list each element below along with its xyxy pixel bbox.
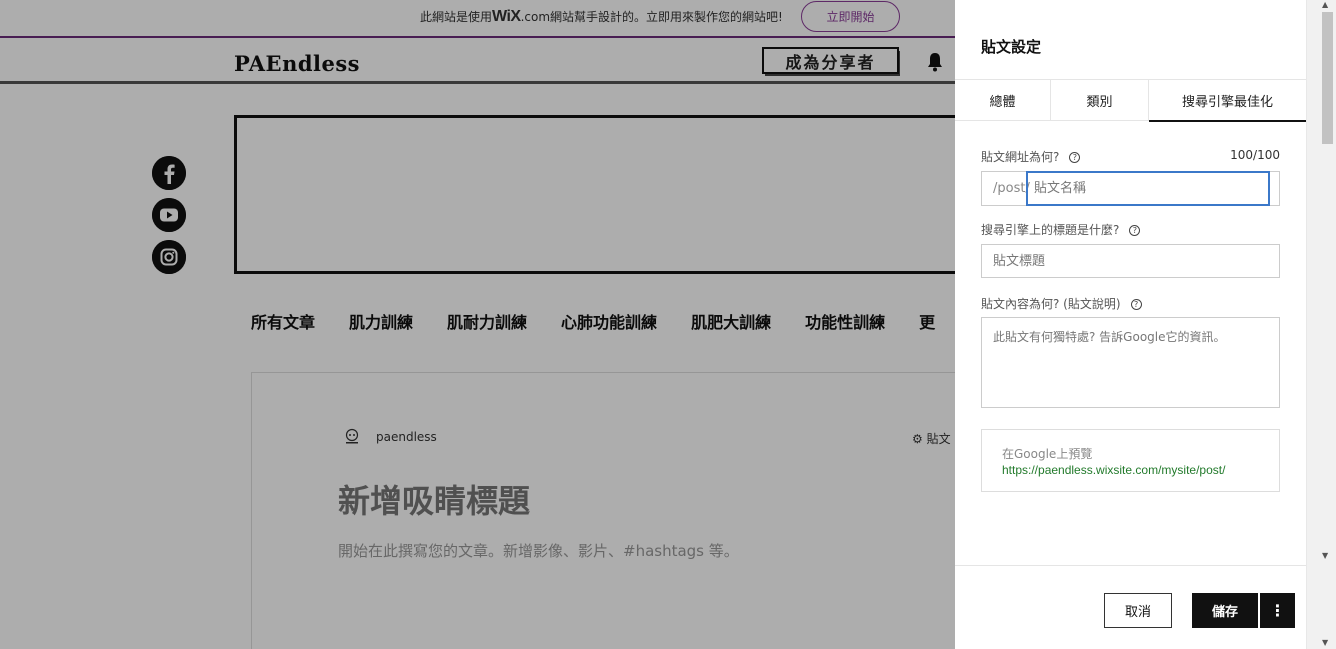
seo-title-label: 搜尋引擎上的標題是什麼?? <box>981 221 1141 238</box>
panel-footer: 取消 儲存 ⋮ <box>955 565 1306 649</box>
url-char-count: 100/100 <box>1230 148 1280 162</box>
scrollbar-thumb[interactable] <box>1322 12 1333 144</box>
tab-categories[interactable]: 類別 <box>1051 80 1149 121</box>
url-prefix: /post/ <box>993 181 1030 196</box>
url-field-label: 貼文網址為何?? <box>981 148 1081 165</box>
tab-general[interactable]: 總體 <box>955 80 1051 121</box>
scroll-up-icon[interactable]: ▲ <box>1322 0 1328 9</box>
description-label: 貼文內容為何? (貼文說明)? <box>981 295 1142 312</box>
google-preview-label: 在Google上預覽 <box>1002 447 1093 461</box>
google-preview-url: https://paendless.wixsite.com/mysite/pos… <box>1002 463 1226 477</box>
seo-title-input[interactable] <box>981 244 1280 278</box>
scroll-down-icon[interactable]: ▼ <box>1322 638 1328 647</box>
tab-seo[interactable]: 搜尋引擎最佳化 <box>1149 80 1306 122</box>
post-settings-panel: 貼文設定 總體 類別 搜尋引擎最佳化 貼文網址為何?? 100/100 /pos… <box>955 0 1306 649</box>
help-icon[interactable]: ? <box>1129 225 1141 236</box>
settings-tabs: 總體 類別 搜尋引擎最佳化 <box>955 79 1306 122</box>
url-field: /post/ <box>981 171 1280 206</box>
scroll-down-icon[interactable]: ▼ <box>1322 551 1328 560</box>
seo-title-label-text: 搜尋引擎上的標題是什麼? <box>981 223 1120 237</box>
google-preview: 在Google上預覽 https://paendless.wixsite.com… <box>981 429 1280 492</box>
description-textarea[interactable] <box>981 317 1280 408</box>
website-background: 此網站是使用WiX.com網站幫手設計的。立即用來製作您的網站吧! 立即開始 P… <box>0 0 955 649</box>
help-icon[interactable]: ? <box>1069 152 1081 163</box>
post-url-input[interactable] <box>1026 171 1270 206</box>
panel-title: 貼文設定 <box>981 38 1042 56</box>
url-field-label-text: 貼文網址為何? <box>981 150 1060 164</box>
cancel-button[interactable]: 取消 <box>1104 593 1172 628</box>
description-label-text: 貼文內容為何? (貼文說明) <box>981 297 1121 311</box>
more-options-icon[interactable]: ⋮ <box>1260 593 1295 628</box>
save-button[interactable]: 儲存 <box>1192 593 1258 628</box>
help-icon[interactable]: ? <box>1130 299 1142 310</box>
modal-overlay[interactable] <box>0 0 955 649</box>
scrollbar[interactable]: ▲ ▼ ▼ <box>1306 0 1336 649</box>
